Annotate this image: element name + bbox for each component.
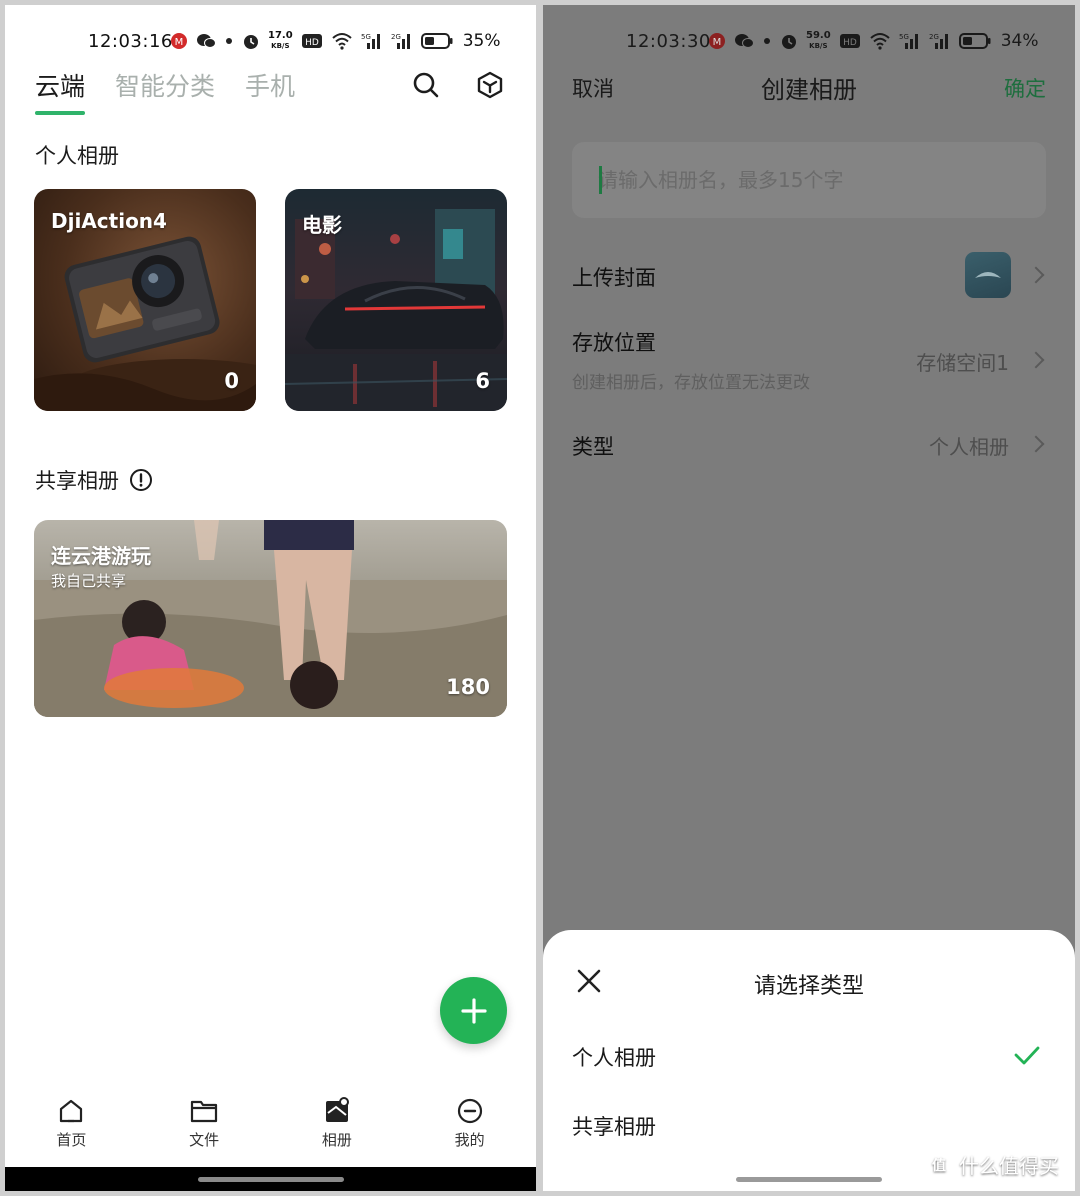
hd-icon: HD	[839, 34, 860, 48]
tab-smart-category[interactable]: 智能分类	[115, 67, 215, 103]
plus-icon	[460, 997, 487, 1024]
svg-text:5G: 5G	[899, 33, 909, 41]
album-icon	[325, 1097, 349, 1122]
album-card-djiaction4[interactable]: DjiAction4 0	[34, 189, 256, 411]
search-icon[interactable]	[410, 69, 442, 101]
shared-albums-label: 共享相册	[35, 469, 119, 493]
sheet-title: 请选择类型	[753, 974, 864, 999]
album-card-movie[interactable]: 电影 6	[285, 189, 507, 411]
metro-app-icon: M	[171, 33, 187, 49]
personal-albums-heading: 个人相册	[35, 140, 119, 170]
home-icon	[60, 1099, 83, 1123]
nav-label: 相册	[321, 1131, 352, 1149]
notification-dot-icon	[226, 38, 232, 44]
album-title: DjiAction4	[51, 209, 167, 233]
info-icon[interactable]	[129, 468, 153, 492]
svg-text:2G: 2G	[391, 33, 401, 41]
bottom-navigation: 首页 文件 相册 我的	[5, 1097, 536, 1167]
page-title: 创建相册	[761, 76, 857, 104]
signal-5g-icon: 5G	[899, 33, 918, 49]
battery-icon	[420, 33, 453, 49]
nav-files[interactable]: 文件	[159, 1097, 249, 1167]
tab-cloud[interactable]: 云端	[35, 67, 86, 115]
type-value[interactable]: 个人相册	[929, 431, 1009, 460]
checkmark-icon	[1014, 1046, 1040, 1065]
top-tabs: 云端 智能分类 手机	[35, 67, 295, 115]
svg-text:HD: HD	[843, 38, 857, 48]
status-bar: 12:03:16 M 17.0 KB/S HD 5G 2G 35%	[5, 23, 536, 59]
svg-text:HD: HD	[305, 38, 319, 48]
alarm-icon	[782, 35, 796, 49]
confirm-button[interactable]: 确定	[1004, 73, 1046, 103]
home-indicator[interactable]	[197, 1177, 344, 1182]
album-card-shared[interactable]: 连云港游玩 我自己共享 180	[34, 520, 507, 717]
speed-unit: KB/S	[271, 42, 290, 50]
site-watermark: 值 什么值得买	[925, 1150, 1059, 1179]
option-shared-album[interactable]: 共享相册	[572, 1111, 656, 1141]
wifi-icon	[332, 33, 352, 50]
signal-2g-icon: 2G	[391, 33, 410, 49]
svg-text:M: M	[713, 37, 722, 48]
option-personal-album[interactable]: 个人相册	[572, 1042, 656, 1072]
shared-albums-heading: 共享相册	[35, 465, 153, 495]
add-album-button[interactable]	[440, 977, 507, 1044]
nav-label: 文件	[189, 1131, 220, 1149]
wifi-icon	[870, 33, 890, 50]
album-title: 电影	[302, 213, 342, 237]
status-icons: M 17.0 KB/S HD 5G 2G 35%	[170, 31, 500, 51]
album-photo-count: 6	[475, 369, 490, 393]
album-subtitle: 我自己共享	[51, 572, 127, 590]
metro-app-icon: M	[709, 33, 725, 49]
storage-location-hint: 创建相册后，存放位置无法更改	[572, 373, 810, 393]
storage-location-value[interactable]: 存储空间1	[916, 347, 1009, 376]
gesture-bar	[5, 1167, 536, 1191]
speed-value: 17.0	[268, 30, 293, 41]
cube-icon[interactable]	[474, 69, 506, 101]
personal-albums-label: 个人相册	[35, 144, 119, 168]
speed-value: 59.0	[806, 30, 831, 41]
watermark-text: 什么值得买	[959, 1154, 1059, 1178]
network-speed: 17.0 KB/S	[268, 31, 293, 51]
watermark-logo: 值	[925, 1150, 953, 1179]
album-photo-count: 180	[446, 675, 490, 699]
nav-home[interactable]: 首页	[26, 1097, 116, 1167]
speed-unit: KB/S	[809, 42, 828, 50]
nav-label: 首页	[56, 1131, 87, 1149]
album-photo-count: 0	[224, 369, 239, 393]
cover-thumbnail[interactable]	[965, 252, 1011, 298]
svg-text:2G: 2G	[929, 33, 939, 41]
album-name-input[interactable]	[572, 142, 1046, 218]
wechat-icon	[735, 34, 754, 48]
cloud-album-screen: 12:03:16 M 17.0 KB/S HD 5G 2G 35% 云端 智能分类…	[5, 5, 536, 1191]
battery-percent: 35%	[462, 31, 501, 51]
status-icons: M 59.0 KB/S HD 5G 2G 34%	[708, 31, 1038, 51]
status-time: 12:03:16	[88, 30, 173, 52]
signal-5g-icon: 5G	[361, 33, 380, 49]
create-album-screen: 12:03:30 M 59.0 KB/S HD 5G 2G 34% 取消 创建相册…	[543, 5, 1075, 1191]
status-bar: 12:03:30 M 59.0 KB/S HD 5G 2G 34%	[543, 23, 1075, 59]
battery-icon	[958, 33, 991, 49]
hd-icon: HD	[301, 34, 322, 48]
tab-phone[interactable]: 手机	[245, 67, 295, 103]
nav-label: 我的	[454, 1131, 485, 1149]
album-title: 连云港游玩	[51, 544, 151, 568]
home-indicator[interactable]	[736, 1177, 882, 1182]
status-time: 12:03:30	[626, 30, 711, 52]
svg-text:5G: 5G	[361, 33, 371, 41]
cover-image	[975, 272, 1001, 278]
svg-text:M: M	[175, 37, 184, 48]
text-cursor	[599, 166, 602, 194]
network-speed: 59.0 KB/S	[806, 31, 831, 51]
wechat-icon	[197, 34, 216, 48]
signal-2g-icon: 2G	[929, 33, 948, 49]
nav-profile[interactable]: 我的	[425, 1097, 515, 1167]
folder-icon	[191, 1100, 218, 1123]
alarm-icon	[244, 35, 258, 49]
battery-percent: 34%	[1000, 31, 1039, 51]
notification-dot-icon	[764, 38, 770, 44]
nav-album[interactable]: 相册	[292, 1097, 382, 1167]
profile-icon	[457, 1098, 482, 1124]
